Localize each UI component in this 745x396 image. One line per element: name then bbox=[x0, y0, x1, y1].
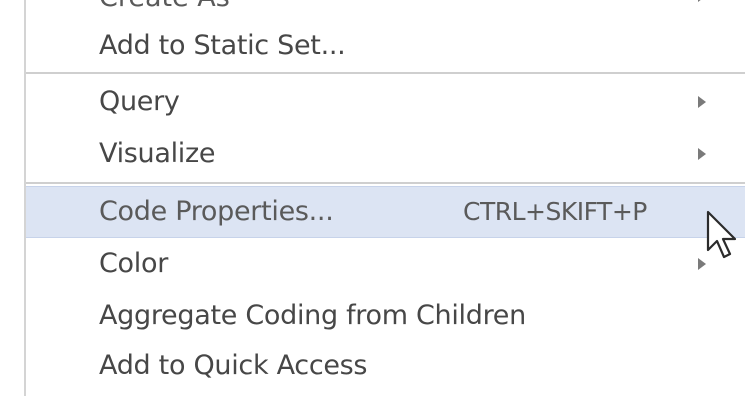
menu-item-shortcut: CTRL+SKIFT+P bbox=[463, 196, 647, 226]
menu-item-label: Add to Static Set... bbox=[99, 29, 346, 61]
menu-item-color[interactable]: Color bbox=[26, 238, 745, 290]
chevron-right-icon bbox=[698, 0, 706, 2]
menu-item-visualize[interactable]: Visualize bbox=[26, 128, 745, 180]
menu-item-label: Color bbox=[99, 247, 168, 279]
menu-separator bbox=[26, 182, 745, 184]
menu-separator bbox=[26, 72, 745, 74]
menu-item-label: Visualize bbox=[99, 137, 216, 169]
menu-item-add-to-quick-access[interactable]: Add to Quick Access bbox=[26, 340, 745, 392]
menu-item-query[interactable]: Query bbox=[26, 76, 745, 128]
menu-item-label: Aggregate Coding from Children bbox=[99, 299, 526, 331]
menu-item-create-as[interactable] bbox=[26, 0, 745, 22]
context-menu: Create As Add to Static Set... Query Vis… bbox=[24, 0, 745, 396]
menu-item-code-properties[interactable]: Code Properties... CTRL+SKIFT+P bbox=[26, 186, 745, 238]
mouse-pointer-icon bbox=[706, 210, 737, 259]
menu-item-add-to-static-set[interactable]: Add to Static Set... bbox=[26, 20, 745, 72]
chevron-right-icon bbox=[698, 148, 706, 160]
menu-item-aggregate-coding[interactable]: Aggregate Coding from Children bbox=[26, 290, 745, 342]
menu-item-label: Add to Quick Access bbox=[99, 349, 368, 381]
menu-item-label: Query bbox=[99, 85, 180, 117]
chevron-right-icon bbox=[698, 96, 706, 108]
menu-item-label: Code Properties... bbox=[99, 195, 334, 227]
